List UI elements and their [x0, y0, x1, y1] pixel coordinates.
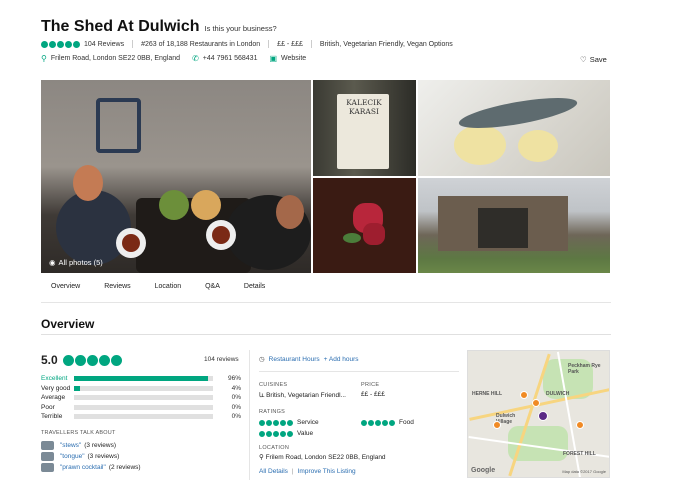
- improve-listing-link[interactable]: Improve This Listing: [298, 468, 356, 475]
- map-pin[interactable]: [520, 391, 528, 399]
- location-pin-icon: ⚲: [41, 54, 47, 63]
- google-logo: Google: [471, 467, 496, 474]
- rating-row-terrible[interactable]: Terrible 0%: [41, 412, 241, 422]
- claim-business-link[interactable]: Is this your business?: [205, 24, 277, 33]
- ranking-link[interactable]: #263 of 18,188 Restaurants in London: [141, 41, 260, 48]
- contact-bar: ⚲ Frilem Road, London SE22 0BB, England ✆…: [41, 54, 318, 63]
- divider: [41, 334, 611, 335]
- review-count-link[interactable]: 104 reviews: [204, 356, 239, 363]
- heart-icon: ♡: [580, 55, 587, 64]
- camera-icon: ◉: [49, 258, 56, 267]
- avatar: [41, 463, 54, 472]
- section-tabs: Overview Reviews Location Q&A Details: [41, 283, 611, 303]
- tab-details[interactable]: Details: [244, 283, 265, 302]
- avatar: [41, 441, 54, 450]
- avatar: [41, 452, 54, 461]
- tab-reviews[interactable]: Reviews: [104, 283, 130, 302]
- cuisines-heading: CUISINES: [259, 382, 288, 388]
- rating-row-very-good[interactable]: Very good 4%: [41, 384, 241, 394]
- food-rating: Food: [361, 419, 414, 426]
- rating-row-average[interactable]: Average 0%: [41, 393, 241, 403]
- photo-fish-dish[interactable]: [418, 80, 610, 176]
- restaurant-hours-link[interactable]: Restaurant Hours: [269, 356, 320, 363]
- cuisines-list[interactable]: British, Vegetarian Friendly, Vegan Opti…: [320, 41, 453, 48]
- overview-heading: Overview: [41, 317, 95, 331]
- map-label: FOREST HILL: [563, 451, 596, 457]
- map-label: DULWICH: [546, 391, 570, 397]
- price-heading: PRICE: [361, 382, 380, 388]
- map-pin[interactable]: [493, 421, 501, 429]
- price-range: ££ - £££: [277, 40, 303, 48]
- bottle-label-text: KALECIK KARASI: [346, 98, 382, 116]
- address-link[interactable]: Frilem Road, London SE22 0BB, England: [51, 55, 180, 62]
- map-pin[interactable]: [576, 421, 584, 429]
- location-value: ⚲ Frilem Road, London SE22 0BB, England: [259, 454, 386, 461]
- summary-bar: 104 Reviews #263 of 18,188 Restaurants i…: [41, 40, 453, 48]
- laptop-icon: ▣: [269, 54, 278, 63]
- main-photo[interactable]: ◉ All photos (5): [41, 80, 311, 273]
- rating-row-poor[interactable]: Poor 0%: [41, 403, 241, 413]
- cuisines-value: և British, Vegetarian Friendl...: [259, 392, 346, 399]
- rating-breakdown: Excellent 96% Very good 4% Average 0% Poor 0…: [41, 374, 241, 422]
- topic-item[interactable]: "stews" (3 reviews): [41, 441, 201, 450]
- travellers-talk-heading: TRAVELLERS TALK ABOUT: [41, 430, 116, 436]
- topic-item[interactable]: "prawn cocktail" (2 reviews): [41, 463, 201, 472]
- location-pin-icon: ⚲: [259, 454, 266, 461]
- restaurant-map-pin[interactable]: [538, 411, 548, 421]
- rating-bubbles: [41, 40, 80, 48]
- location-heading: LOCATION: [259, 445, 290, 451]
- restaurant-name: The Shed At Dulwich Is this your business…: [41, 18, 277, 35]
- divider: [249, 350, 250, 480]
- location-map[interactable]: Peckham Rye Park HERNE HILL Dulwich Vill…: [467, 350, 610, 478]
- tab-location[interactable]: Location: [155, 283, 181, 302]
- phone-icon: ✆: [192, 54, 199, 63]
- add-hours-link[interactable]: + Add hours: [324, 356, 359, 363]
- all-photos-button[interactable]: ◉ All photos (5): [49, 258, 103, 267]
- map-label: Peckham Rye Park: [568, 363, 601, 375]
- map-label: HERNE HILL: [472, 391, 502, 397]
- phone-link[interactable]: +44 7961 568431: [203, 55, 258, 62]
- all-details-link[interactable]: All Details: [259, 468, 288, 475]
- topic-item[interactable]: "tongue" (3 reviews): [41, 452, 201, 461]
- divider: [259, 371, 459, 372]
- photo-bottle[interactable]: KALECIK KARASI: [313, 80, 416, 176]
- service-rating: Service: [259, 419, 319, 426]
- clock-icon: ◷: [259, 356, 265, 363]
- photo-dessert[interactable]: [313, 178, 416, 273]
- website-link[interactable]: Website: [281, 55, 306, 62]
- map-copyright: Map data ©2017 Google: [562, 469, 606, 474]
- details-links: All Details | Improve This Listing: [259, 468, 356, 475]
- photo-shed-exterior[interactable]: [418, 178, 610, 273]
- overall-score: 5.0: [41, 353, 123, 367]
- rating-row-excellent[interactable]: Excellent 96%: [41, 374, 241, 384]
- price-value: ££ - £££: [361, 391, 385, 398]
- value-rating: Value: [259, 430, 313, 437]
- save-button[interactable]: ♡ Save: [580, 55, 607, 64]
- hours-row: ◷ Restaurant Hours + Add hours: [259, 355, 359, 364]
- ratings-heading: RATINGS: [259, 409, 286, 415]
- map-pin[interactable]: [532, 399, 540, 407]
- tab-overview[interactable]: Overview: [51, 283, 80, 302]
- tab-qa[interactable]: Q&A: [205, 283, 220, 302]
- reviews-link[interactable]: 104 Reviews: [84, 41, 124, 48]
